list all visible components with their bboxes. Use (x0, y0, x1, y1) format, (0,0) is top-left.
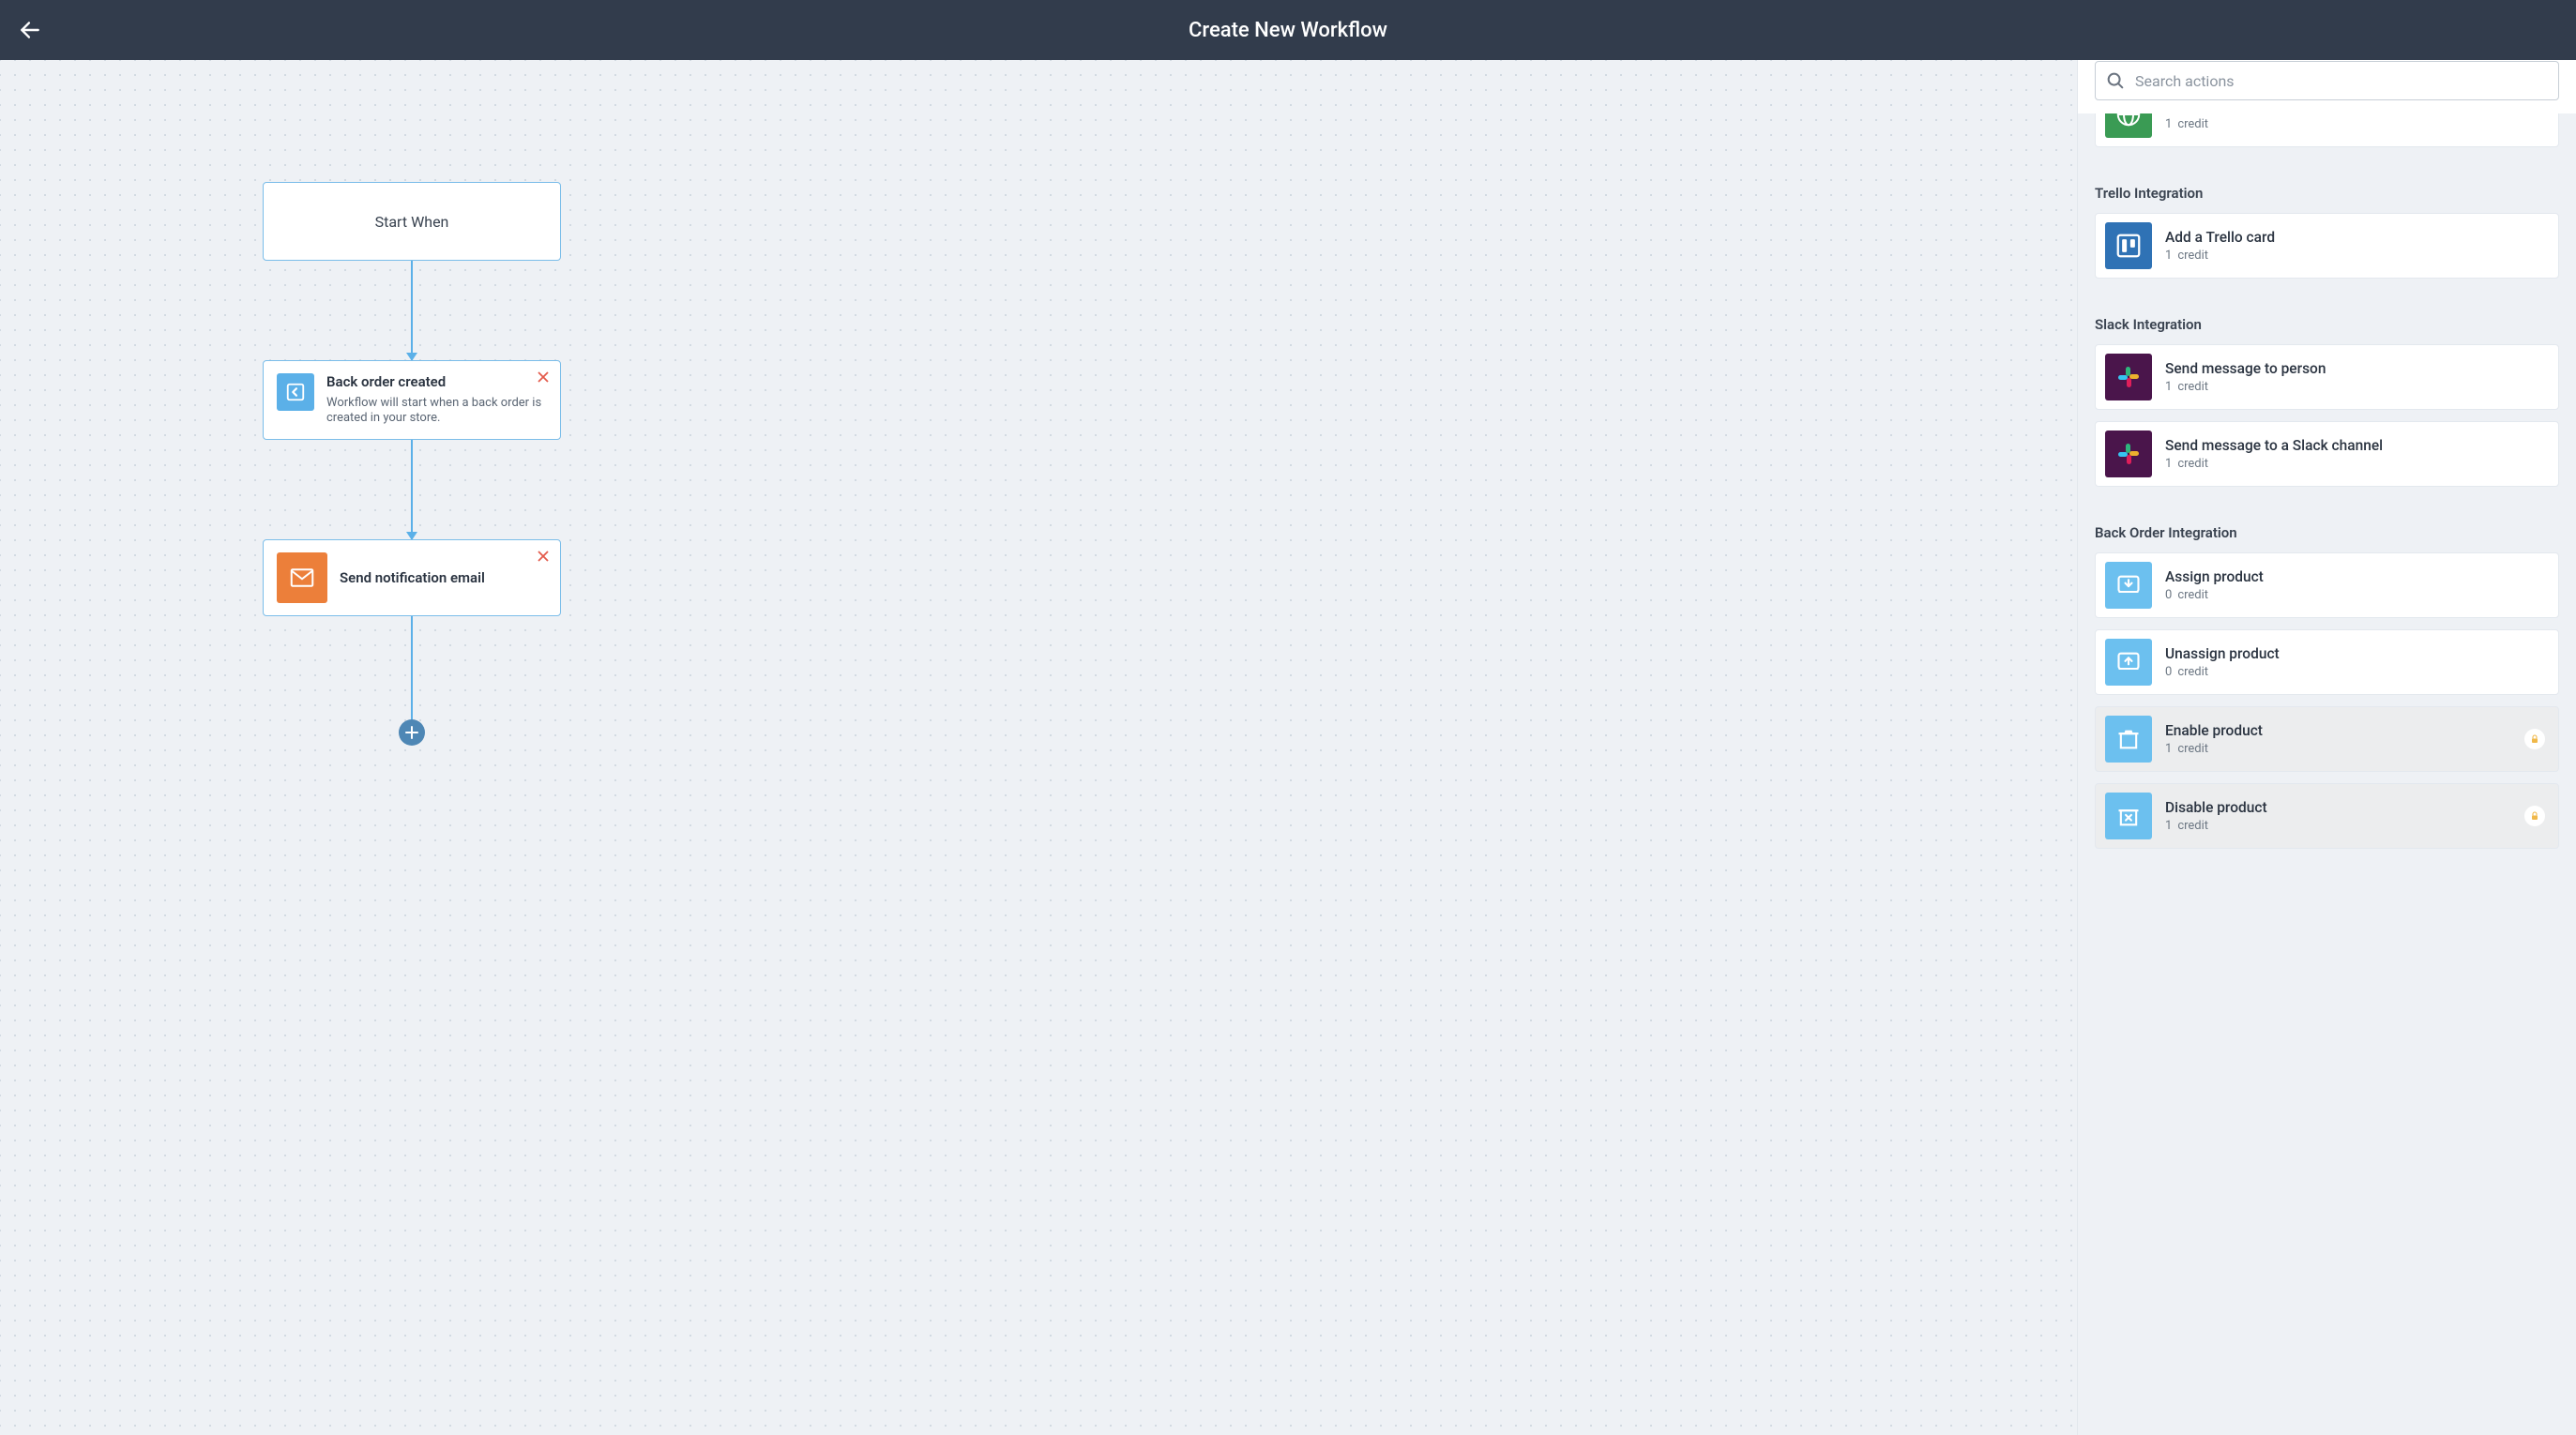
action-card-credits: 1credit (2165, 819, 2511, 833)
action-card-credits: 1credit (2165, 457, 2549, 471)
back-button[interactable] (0, 0, 60, 60)
actions-scroll-area[interactable]: Send HTTP Request 1credit Trello Integrati… (2078, 113, 2576, 1435)
back-order-icon (277, 373, 314, 411)
action-card[interactable]: Assign product 0credit (2095, 552, 2559, 618)
search-actions-field[interactable] (2095, 61, 2559, 100)
enable-icon (2105, 716, 2152, 763)
action-card[interactable]: Unassign product 0credit (2095, 629, 2559, 695)
trigger-description: Workflow will start when a back order is… (326, 396, 547, 428)
action-card-credits: 1credit (2165, 117, 2549, 131)
add-step-button[interactable] (399, 719, 425, 746)
globe-icon (2105, 113, 2152, 138)
slack-icon (2105, 354, 2152, 400)
action-card-credits: 1credit (2165, 249, 2549, 263)
add-action-panel: Add action Send HTTP Request1creditTrell… (2077, 60, 2576, 1435)
action-card-credits: 1credit (2165, 380, 2549, 394)
connector (411, 261, 413, 360)
close-icon (538, 551, 549, 562)
action-card[interactable]: Send message to a Slack channel 1credit (2095, 421, 2559, 487)
search-input[interactable] (2135, 72, 2549, 90)
close-icon (538, 371, 549, 383)
start-node-label: Start When (375, 213, 449, 231)
action-card-title: Send message to a Slack channel (2165, 437, 2549, 455)
start-node[interactable]: Start When (263, 182, 561, 261)
action-card[interactable]: Send HTTP Request 1credit (2095, 113, 2559, 147)
action-card-credits: 1credit (2165, 742, 2511, 756)
action-card-credits: 0credit (2165, 588, 2549, 602)
remove-action-button[interactable] (538, 550, 549, 565)
trigger-title: Back order created (326, 373, 547, 392)
assign-icon (2105, 562, 2152, 609)
plus-icon (405, 726, 418, 739)
action-card-title: Add a Trello card (2165, 229, 2549, 247)
lock-icon (2524, 806, 2545, 826)
unassign-icon (2105, 639, 2152, 686)
page-title: Create New Workflow (1189, 19, 1387, 42)
action-card-title: Send message to person (2165, 360, 2549, 378)
connector (411, 440, 413, 539)
trigger-node[interactable]: Back order created Workflow will start w… (263, 360, 561, 440)
action-group-title: Trello Integration (2078, 159, 2576, 213)
connector (411, 616, 413, 733)
disable-icon (2105, 793, 2152, 839)
action-card-title: Disable product (2165, 799, 2511, 817)
lock-icon (2524, 729, 2545, 749)
action-card[interactable]: Disable product 1credit (2095, 783, 2559, 849)
action-card[interactable]: Enable product 1credit (2095, 706, 2559, 772)
action-card-title: Send HTTP Request (2165, 113, 2549, 115)
search-icon (2105, 70, 2126, 91)
slack-icon (2105, 430, 2152, 477)
action-card-title: Unassign product (2165, 645, 2549, 663)
email-icon (277, 552, 327, 603)
action-card-title: Enable product (2165, 722, 2511, 740)
action-group-title: Slack Integration (2078, 290, 2576, 344)
trello-icon (2105, 222, 2152, 269)
action-group-title: Back Order Integration (2078, 498, 2576, 552)
workflow-canvas[interactable]: Start When Back order created Workflow w… (0, 60, 2077, 1435)
action-card[interactable]: Add a Trello card 1credit (2095, 213, 2559, 279)
action-node[interactable]: Send notification email (263, 539, 561, 616)
arrow-left-icon (18, 18, 42, 42)
action-title: Send notification email (340, 569, 485, 588)
action-card-title: Assign product (2165, 568, 2549, 586)
topbar: Create New Workflow (0, 0, 2576, 60)
action-card-credits: 0credit (2165, 665, 2549, 679)
remove-trigger-button[interactable] (538, 370, 549, 385)
action-card[interactable]: Send message to person 1credit (2095, 344, 2559, 410)
